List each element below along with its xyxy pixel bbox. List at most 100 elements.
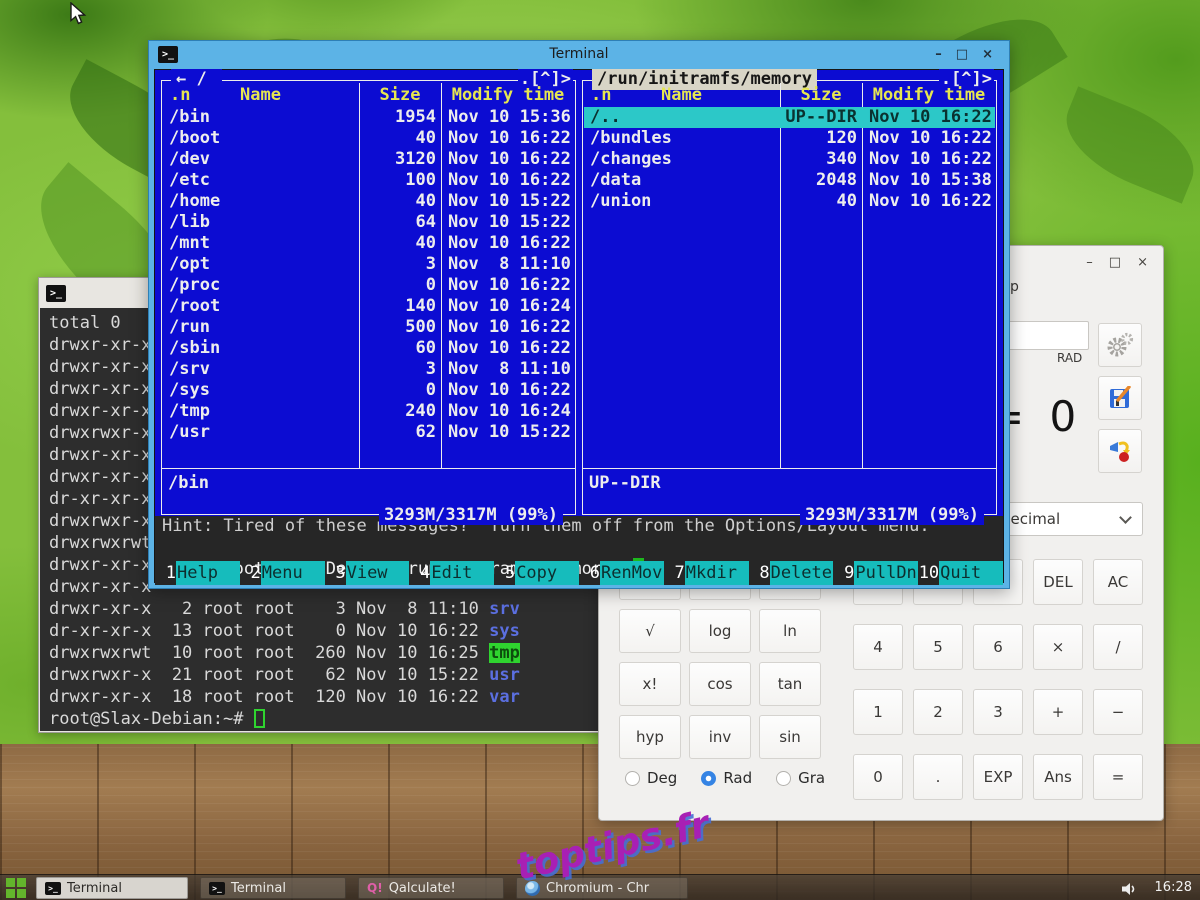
size-column-header[interactable]: Size bbox=[780, 85, 862, 105]
calc-key-button-/[interactable]: / bbox=[1093, 624, 1143, 670]
angle-mode-deg[interactable]: Deg bbox=[625, 769, 677, 787]
calc-key-button-=[interactable]: = bbox=[1093, 754, 1143, 800]
calc-key-button-5[interactable]: 5 bbox=[913, 624, 963, 670]
calc-key-button-2[interactable]: 2 bbox=[913, 689, 963, 735]
fkey-label: Copy bbox=[515, 561, 579, 585]
name-column-header[interactable]: Name bbox=[162, 85, 359, 105]
convert-button[interactable] bbox=[1098, 429, 1142, 473]
file-row[interactable]: /tmp240Nov 10 16:24 bbox=[163, 401, 574, 422]
file-row[interactable]: /sys0Nov 10 16:22 bbox=[163, 380, 574, 401]
file-row[interactable]: /boot40Nov 10 16:22 bbox=[163, 128, 574, 149]
taskbar-item-terminal[interactable]: >_Terminal bbox=[200, 877, 346, 899]
minimize-button[interactable]: – bbox=[935, 47, 942, 62]
clock[interactable]: 16:28 bbox=[1155, 880, 1192, 895]
angle-mode-gra[interactable]: Gra bbox=[776, 769, 825, 787]
file-mtime: Nov 8 11:10 bbox=[448, 254, 571, 275]
calc-key-button-+[interactable]: + bbox=[1033, 689, 1083, 735]
calc-key-button-DEL[interactable]: DEL bbox=[1033, 559, 1083, 605]
fkey-help[interactable]: 1Help bbox=[155, 561, 240, 585]
fkey-mkdir[interactable]: 7Mkdir bbox=[664, 561, 749, 585]
file-row[interactable]: /union40Nov 10 16:22 bbox=[584, 191, 995, 212]
file-row[interactable]: /srv3Nov 8 11:10 bbox=[163, 359, 574, 380]
mc-command-line[interactable]: root@Slax-Debian:/run/initramfs/memory# bbox=[155, 538, 1003, 561]
file-row[interactable]: /run500Nov 10 16:22 bbox=[163, 317, 574, 338]
maximize-button[interactable]: □ bbox=[1109, 255, 1121, 270]
task-label: Terminal bbox=[231, 881, 286, 896]
fkey-view[interactable]: 3View bbox=[325, 561, 410, 585]
settings-button[interactable] bbox=[1098, 323, 1142, 367]
calc-func-button-sin[interactable]: sin bbox=[759, 715, 821, 759]
calc-func-button-tan[interactable]: tan bbox=[759, 662, 821, 706]
calc-func-button-log[interactable]: log bbox=[689, 609, 751, 653]
file-row[interactable]: /proc0Nov 10 16:22 bbox=[163, 275, 574, 296]
file-size: 3120 bbox=[360, 149, 436, 170]
number-base-select[interactable]: Decimal bbox=[987, 502, 1143, 536]
save-button[interactable] bbox=[1098, 376, 1142, 420]
angle-mode-rad[interactable]: Rad bbox=[701, 769, 752, 787]
terminal-text: drwxrwxr-x 21 root root 62 Nov 10 15:22 bbox=[49, 665, 489, 685]
name-column-header[interactable]: Name bbox=[583, 85, 780, 105]
file-row[interactable]: /etc100Nov 10 16:22 bbox=[163, 170, 574, 191]
calc-func-button-√[interactable]: √ bbox=[619, 609, 681, 653]
file-row[interactable]: /usr62Nov 10 15:22 bbox=[163, 422, 574, 443]
file-row[interactable]: /bin1954Nov 10 15:36 bbox=[163, 107, 574, 128]
disk-usage: 3293M/3317M (99%) bbox=[379, 505, 563, 525]
fkey-edit[interactable]: 4Edit bbox=[409, 561, 494, 585]
disk-usage: 3293M/3317M (99%) bbox=[800, 505, 984, 525]
calc-key-button-.[interactable]: . bbox=[913, 754, 963, 800]
file-row[interactable]: /data2048Nov 10 15:38 bbox=[584, 170, 995, 191]
file-row[interactable]: /changes340Nov 10 16:22 bbox=[584, 149, 995, 170]
calc-func-button-cos[interactable]: cos bbox=[689, 662, 751, 706]
file-row[interactable]: /..UP--DIRNov 10 16:22 bbox=[584, 107, 995, 128]
fkey-copy[interactable]: 5Copy bbox=[494, 561, 579, 585]
file-row[interactable]: /root140Nov 10 16:24 bbox=[163, 296, 574, 317]
size-column-header[interactable]: Size bbox=[359, 85, 441, 105]
chevron-down-icon bbox=[1119, 511, 1132, 524]
calc-key-button-3[interactable]: 3 bbox=[973, 689, 1023, 735]
calc-key-button-6[interactable]: 6 bbox=[973, 624, 1023, 670]
file-mtime: Nov 10 16:22 bbox=[448, 149, 571, 170]
calc-func-button-ln[interactable]: ln bbox=[759, 609, 821, 653]
minimize-button[interactable]: – bbox=[1086, 255, 1093, 270]
calc-key-button-1[interactable]: 1 bbox=[853, 689, 903, 735]
fkey-delete[interactable]: 8Delete bbox=[749, 561, 834, 585]
mtime-column-header[interactable]: Modify time bbox=[441, 85, 575, 105]
terminal-text: total 0 bbox=[49, 313, 121, 333]
calc-key-button-0[interactable]: 0 bbox=[853, 754, 903, 800]
calc-key-button-−[interactable]: − bbox=[1093, 689, 1143, 735]
taskbar-item-terminal[interactable]: >_Terminal bbox=[36, 877, 188, 899]
fkey-renmov[interactable]: 6RenMov bbox=[579, 561, 664, 585]
file-size: 340 bbox=[781, 149, 857, 170]
calc-key-button-4[interactable]: 4 bbox=[853, 624, 903, 670]
calc-key-button-×[interactable]: × bbox=[1033, 624, 1083, 670]
start-menu-button[interactable] bbox=[6, 878, 26, 898]
mc-right-panel[interactable]: /run/initramfs/memory .[^]> .n Name Size… bbox=[582, 80, 997, 515]
file-row[interactable]: /opt3Nov 8 11:10 bbox=[163, 254, 574, 275]
calc-func-button-inv[interactable]: inv bbox=[689, 715, 751, 759]
close-button[interactable]: × bbox=[1137, 255, 1148, 270]
calc-func-button-hyp[interactable]: hyp bbox=[619, 715, 681, 759]
mtime-column-header[interactable]: Modify time bbox=[862, 85, 996, 105]
fkey-quit[interactable]: 10Quit bbox=[918, 561, 1003, 585]
calc-key-button-AC[interactable]: AC bbox=[1093, 559, 1143, 605]
file-row[interactable]: /dev3120Nov 10 16:22 bbox=[163, 149, 574, 170]
mc-titlebar[interactable]: >_ Terminal – □ × bbox=[149, 41, 1009, 69]
calc-key-button-Ans[interactable]: Ans bbox=[1033, 754, 1083, 800]
mc-terminal-window[interactable]: >_ Terminal – □ × ← / .[^]> .n Name Size… bbox=[148, 40, 1010, 589]
file-row[interactable]: /mnt40Nov 10 16:22 bbox=[163, 233, 574, 254]
calc-key-button-EXP[interactable]: EXP bbox=[973, 754, 1023, 800]
file-row[interactable]: /lib64Nov 10 15:22 bbox=[163, 212, 574, 233]
file-row[interactable]: /bundles120Nov 10 16:22 bbox=[584, 128, 995, 149]
fkey-pulldn[interactable]: 9PullDn bbox=[833, 561, 918, 585]
mc-panels: ← / .[^]> .n Name Size Modify time /bin1… bbox=[155, 70, 1003, 516]
file-mtime: Nov 10 16:24 bbox=[448, 401, 571, 422]
taskbar-item-qalculate-[interactable]: Q!Qalculate! bbox=[358, 877, 504, 899]
file-row[interactable]: /sbin60Nov 10 16:22 bbox=[163, 338, 574, 359]
fkey-menu[interactable]: 2Menu bbox=[240, 561, 325, 585]
volume-icon[interactable] bbox=[1122, 881, 1138, 900]
maximize-button[interactable]: □ bbox=[956, 47, 968, 62]
mc-left-panel[interactable]: ← / .[^]> .n Name Size Modify time /bin1… bbox=[161, 80, 576, 515]
file-row[interactable]: /home40Nov 10 15:22 bbox=[163, 191, 574, 212]
close-button[interactable]: × bbox=[982, 47, 993, 62]
calc-func-button-x![interactable]: x! bbox=[619, 662, 681, 706]
